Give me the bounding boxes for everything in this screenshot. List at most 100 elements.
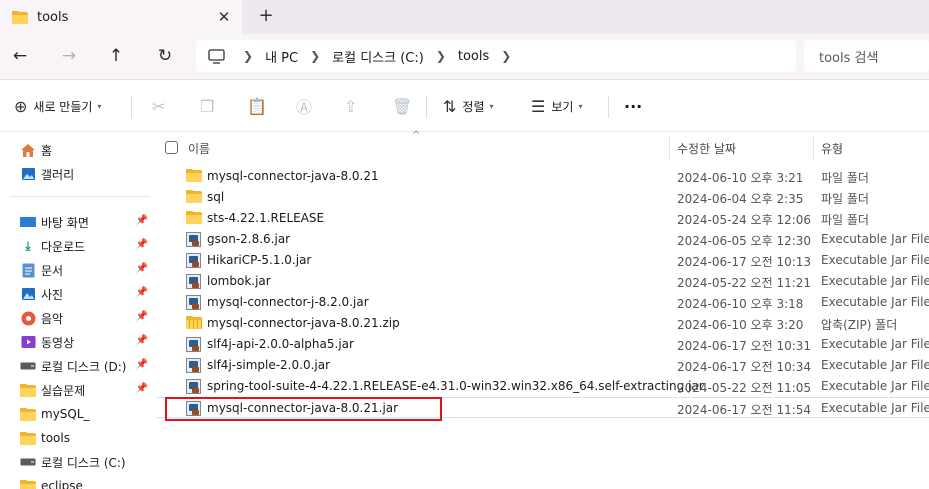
sidebar-item-gallery[interactable]: 갤러리 [0, 163, 156, 185]
view-button[interactable]: ☰ 보기 ▾ [531, 94, 582, 118]
divider [608, 96, 609, 118]
folder-icon [186, 169, 202, 184]
sidebar-item-local-disk-d[interactable]: 로컬 디스크 (D:) 📌 [0, 355, 156, 377]
sidebar-item-label: tools [41, 431, 70, 445]
sort-button[interactable]: ⇅ 정렬 ▾ [443, 94, 494, 118]
sidebar-item-tools[interactable]: tools [0, 427, 156, 449]
file-type: 파일 폴더 [821, 171, 869, 185]
forward-button[interactable]: → [57, 44, 81, 68]
sort-button-label: 정렬 [462, 99, 485, 114]
pin-icon[interactable]: 📌 [136, 359, 148, 370]
file-type: Executable Jar File [821, 337, 929, 351]
back-button[interactable]: ← [8, 44, 32, 68]
file-date-modified: 2024-06-04 오후 2:35 [677, 192, 804, 206]
close-icon[interactable]: ✕ [216, 9, 232, 25]
column-resize-handle[interactable] [813, 136, 814, 160]
pictures-icon [20, 286, 36, 302]
rename-button[interactable]: Ⓐ [296, 94, 318, 118]
sidebar-item-label: 다운로드 [41, 239, 86, 254]
highlight-annotation [165, 397, 442, 421]
sidebar-item-local-disk-c[interactable]: 로컬 디스크 (C:) [0, 451, 156, 473]
share-icon: ⇪ [344, 96, 358, 116]
column-resize-handle[interactable] [669, 136, 670, 160]
breadcrumb-this-pc[interactable]: 내 PC [265, 47, 298, 66]
column-date-modified[interactable]: 수정한 날짜 [677, 140, 736, 157]
file-row[interactable]: slf4j-api-2.0.0-alpha5.jar 2024-06-17 오전 … [156, 334, 929, 355]
pin-icon[interactable]: 📌 [136, 263, 148, 274]
clipboard-icon: 📋 [247, 96, 267, 116]
file-list: ^ 이름 수정한 날짜 유형 mysql-connector-java-8.0.… [156, 130, 929, 489]
file-date-modified: 2024-06-10 오후 3:18 [677, 297, 804, 311]
file-type: Executable Jar File [821, 379, 929, 393]
sidebar-item-practice[interactable]: 실습문제 📌 [0, 379, 156, 401]
file-name: gson-2.8.6.jar [207, 232, 291, 246]
pin-icon[interactable]: 📌 [136, 311, 148, 322]
search-placeholder: tools 검색 [819, 50, 879, 66]
sidebar-item-documents[interactable]: 문서 📌 [0, 259, 156, 281]
file-name: spring-tool-suite-4-4.22.1.RELEASE-e4.31… [207, 379, 704, 393]
column-type[interactable]: 유형 [821, 140, 843, 157]
breadcrumb-tools[interactable]: tools [458, 49, 489, 64]
select-all-checkbox[interactable] [165, 141, 178, 154]
paste-button[interactable]: 📋 [247, 94, 273, 118]
delete-button[interactable]: 🗑 [392, 94, 418, 118]
file-row[interactable]: lombok.jar 2024-05-22 오전 11:21 Executable … [156, 271, 929, 292]
file-date-modified: 2024-06-05 오후 12:30 [677, 234, 812, 248]
sidebar-item-label: 로컬 디스크 (D:) [41, 359, 127, 374]
command-bar: ⊕ 새로 만들기 ▾ ✂ ❐ 📋 Ⓐ ⇪ 🗑 ⇅ 정렬 ▾ ☰ 보기 ▾ ··· [0, 80, 929, 132]
refresh-button[interactable]: ↻ [153, 44, 177, 68]
tab-tools[interactable]: tools ✕ [0, 0, 242, 34]
sidebar-item-home[interactable]: 홈 [0, 139, 156, 161]
sidebar-item-music[interactable]: 음악 📌 [0, 307, 156, 329]
file-date-modified: 2024-05-24 오후 12:06 [677, 213, 812, 227]
sidebar-item-label: 실습문제 [41, 383, 86, 398]
file-row[interactable]: mysql-connector-j-8.2.0.jar 2024-06-10 오후… [156, 292, 929, 313]
search-input[interactable]: tools 검색 [804, 40, 929, 72]
chevron-right-icon[interactable]: ❯ [436, 49, 446, 63]
file-row[interactable]: spring-tool-suite-4-4.22.1.RELEASE-e4.31… [156, 376, 929, 397]
sidebar-item-videos[interactable]: 동영상 📌 [0, 331, 156, 353]
desktop-icon [20, 214, 36, 230]
sidebar-item-downloads[interactable]: ⤓ 다운로드 📌 [0, 235, 156, 257]
jar-file-icon [186, 337, 202, 352]
pin-icon[interactable]: 📌 [136, 383, 148, 394]
file-row[interactable]: slf4j-simple-2.0.0.jar 2024-06-17 오전 10:3… [156, 355, 929, 376]
computer-icon [208, 48, 225, 64]
file-row[interactable]: gson-2.8.6.jar 2024-06-05 오후 12:30 Executa… [156, 229, 929, 250]
new-tab-button[interactable]: + [256, 5, 276, 27]
file-name: slf4j-simple-2.0.0.jar [207, 358, 331, 372]
chevron-right-icon[interactable]: ❯ [501, 49, 511, 63]
navigation-pane: 홈 갤러리 바탕 화면 📌 ⤓ 다운로드 📌 문서 📌 사진 📌 음악 📌 동영… [0, 132, 156, 489]
sidebar-item-eclipse[interactable]: eclipse [0, 475, 156, 489]
pin-icon[interactable]: 📌 [136, 239, 148, 250]
more-options-button[interactable]: ··· [624, 94, 642, 118]
file-row[interactable]: HikariCP-5.1.0.jar 2024-06-17 오전 10:13 Exe… [156, 250, 929, 271]
file-type: Executable Jar File [821, 253, 929, 267]
file-type: Executable Jar File [821, 274, 929, 288]
up-button[interactable]: ↑ [104, 44, 128, 68]
new-button[interactable]: ⊕ 새로 만들기 ▾ [14, 94, 101, 118]
file-row[interactable]: mysql-connector-java-8.0.21 2024-06-10 오후… [156, 166, 929, 187]
chevron-right-icon[interactable]: ❯ [310, 49, 320, 63]
cut-button[interactable]: ✂ [152, 94, 171, 118]
sidebar-item-desktop[interactable]: 바탕 화면 📌 [0, 211, 156, 233]
copy-button[interactable]: ❐ [200, 94, 220, 118]
sidebar-item-mysql[interactable]: mySQL_ [0, 403, 156, 425]
pin-icon[interactable]: 📌 [136, 215, 148, 226]
file-type: Executable Jar File [821, 232, 929, 246]
file-type: Executable Jar File [821, 295, 929, 309]
breadcrumb-local-disk-c[interactable]: 로컬 디스크 (C:) [332, 47, 424, 66]
pin-icon[interactable]: 📌 [136, 335, 148, 346]
file-row[interactable]: mysql-connector-java-8.0.21.zip 2024-06-1… [156, 313, 929, 334]
sidebar-item-pictures[interactable]: 사진 📌 [0, 283, 156, 305]
column-name[interactable]: 이름 [188, 140, 210, 157]
address-bar[interactable]: ❯ 내 PC ❯ 로컬 디스크 (C:) ❯ tools ❯ [196, 40, 796, 72]
pin-icon[interactable]: 📌 [136, 287, 148, 298]
jar-file-icon [186, 232, 202, 247]
file-row[interactable]: sts-4.22.1.RELEASE 2024-05-24 오후 12:06 파일 … [156, 208, 929, 229]
file-date-modified: 2024-06-17 오전 10:31 [677, 339, 812, 353]
share-button[interactable]: ⇪ [344, 94, 363, 118]
file-row[interactable]: sql 2024-06-04 오후 2:35 파일 폴더 [156, 187, 929, 208]
chevron-right-icon[interactable]: ❯ [243, 49, 253, 63]
document-icon [20, 262, 36, 278]
